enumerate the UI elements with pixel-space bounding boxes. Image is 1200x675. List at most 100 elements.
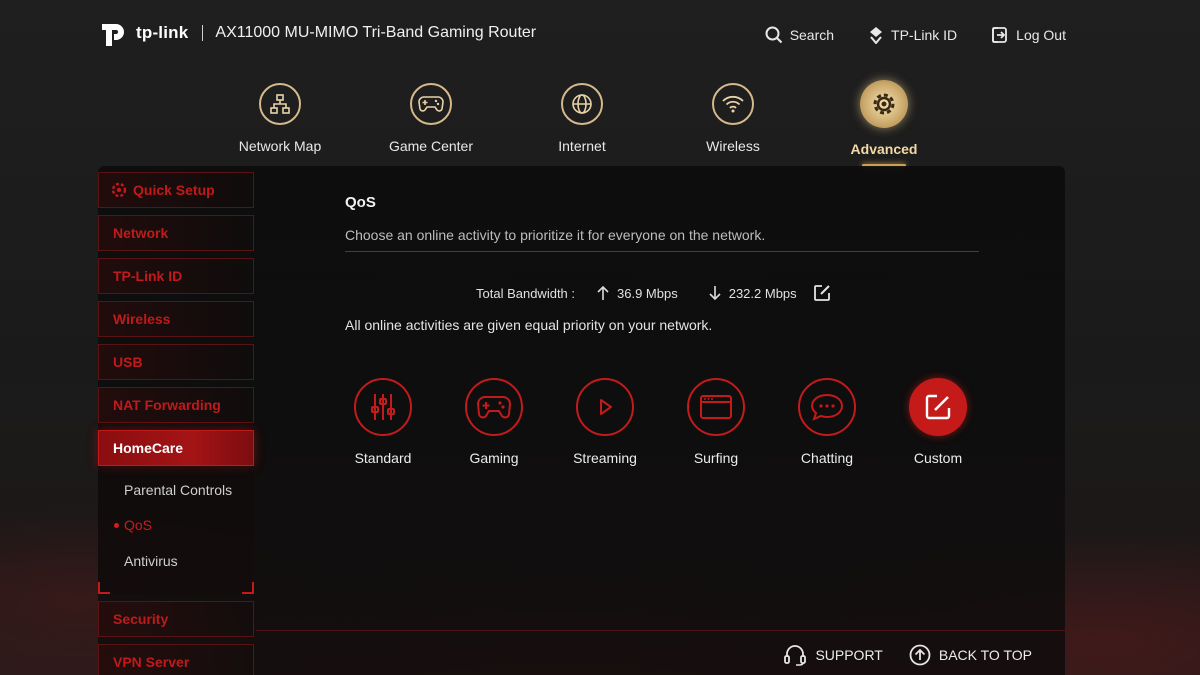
bandwidth-row: Total Bandwidth : 36.9 Mbps 232.2 Mbps (476, 284, 831, 302)
support-label: SUPPORT (815, 647, 883, 663)
nav-game-center-label: Game Center (388, 138, 474, 154)
tplink-id-icon (870, 27, 883, 44)
qos-content: QoS Choose an online activity to priorit… (345, 194, 979, 466)
sidebar-item-homecare[interactable]: HomeCare (98, 430, 254, 466)
footer: SUPPORT BACK TO TOP (783, 644, 1032, 666)
nav-advanced[interactable]: Advanced (814, 80, 954, 157)
mode-standard[interactable]: Standard (333, 378, 433, 466)
gear-icon (860, 80, 908, 128)
logout-label: Log Out (1016, 27, 1066, 43)
footer-divider (256, 630, 1065, 631)
sidebar-item-security[interactable]: Security (98, 601, 254, 637)
sidebar-item-label: Network (113, 225, 169, 241)
qos-mode-list: Standard Gaming Streaming Surfing Chatti… (353, 378, 973, 468)
sidebar-item-label: Quick Setup (133, 182, 215, 198)
chat-icon (798, 378, 856, 436)
back-to-top-link[interactable]: BACK TO TOP (909, 644, 1032, 666)
quick-setup-gear-icon (111, 182, 127, 198)
edit-icon (813, 285, 830, 301)
mode-streaming[interactable]: Streaming (555, 378, 655, 466)
product-name: AX11000 MU-MIMO Tri-Band Gaming Router (215, 24, 537, 41)
nav-advanced-label: Advanced (850, 141, 918, 157)
brand-name: tp-link (136, 23, 189, 42)
gamepad-icon (410, 83, 452, 125)
sidebar-item-usb[interactable]: USB (98, 344, 254, 380)
edit-bandwidth-button[interactable] (813, 284, 831, 302)
edit-icon (909, 378, 967, 436)
active-dot-icon (114, 523, 119, 528)
nav-internet-label: Internet (558, 138, 606, 154)
tplink-id-button[interactable]: TP-Link ID (868, 26, 957, 44)
mode-label: Chatting (800, 450, 854, 466)
logout-icon (992, 27, 1008, 43)
page-description: Choose an online activity to prioritize … (345, 227, 979, 252)
search-icon (765, 26, 782, 44)
download-value: 232.2 Mbps (728, 285, 797, 301)
sidebar-item-nat-forwarding[interactable]: NAT Forwarding (98, 387, 254, 423)
download-speed: 232.2 Mbps (709, 285, 797, 301)
sidebar-item-label: NAT Forwarding (113, 397, 221, 413)
nav-wireless-label: Wireless (706, 138, 760, 154)
submenu-item-qos[interactable]: QoS (124, 517, 152, 533)
brand-logo[interactable]: tp-link AX11000 MU-MIMO Tri-Band Gaming … (98, 16, 536, 50)
sidebar-item-label: Wireless (113, 311, 171, 327)
nav-network-map-label: Network Map (238, 138, 322, 154)
sliders-icon (354, 378, 412, 436)
mode-label: Gaming (469, 450, 519, 466)
mode-gaming[interactable]: Gaming (444, 378, 544, 466)
page-title: QoS (345, 194, 376, 211)
sidebar-item-label: VPN Server (113, 654, 190, 670)
headset-icon (784, 645, 807, 666)
upload-value: 36.9 Mbps (617, 285, 678, 301)
sidebar-item-network[interactable]: Network (98, 215, 254, 251)
play-icon (576, 378, 634, 436)
gamepad-icon (465, 378, 523, 436)
sidebar-item-label: TP-Link ID (113, 268, 183, 284)
nav-internet[interactable]: Internet (512, 80, 652, 154)
priority-note: All online activities are given equal pr… (345, 317, 713, 333)
wifi-icon (712, 83, 754, 125)
arrow-up-circle-icon (909, 644, 931, 666)
mode-label: Streaming (573, 450, 637, 466)
mode-custom[interactable]: Custom (888, 378, 988, 466)
bandwidth-label: Total Bandwidth : (476, 285, 576, 301)
submenu-item-parental-controls[interactable]: Parental Controls (124, 482, 232, 498)
upload-speed: 36.9 Mbps (597, 285, 678, 301)
support-link[interactable]: SUPPORT (783, 644, 883, 666)
top-bar: tp-link AX11000 MU-MIMO Tri-Band Gaming … (0, 0, 1200, 72)
header-divider (202, 25, 204, 41)
search-label: Search (789, 27, 835, 43)
mode-surfing[interactable]: Surfing (666, 378, 766, 466)
sidebar: Quick Setup Network TP-Link ID Wireless … (98, 172, 256, 675)
nav-wireless[interactable]: Wireless (663, 80, 803, 154)
header-actions: Search TP-Link ID Log Out (765, 26, 1066, 44)
nav-game-center[interactable]: Game Center (361, 80, 501, 154)
mode-label: Surfing (693, 450, 739, 466)
nav-network-map[interactable]: Network Map (210, 80, 350, 154)
sidebar-item-tplink-id[interactable]: TP-Link ID (98, 258, 254, 294)
mode-chatting[interactable]: Chatting (777, 378, 877, 466)
tplink-id-label: TP-Link ID (891, 27, 958, 43)
mode-label: Standard (354, 450, 412, 466)
sidebar-item-vpn-server[interactable]: VPN Server (98, 644, 254, 675)
sidebar-item-wireless[interactable]: Wireless (98, 301, 254, 337)
arrow-up-icon (597, 285, 609, 300)
main-nav: Network Map Game Center Internet Wireles… (0, 80, 1200, 170)
globe-icon (561, 83, 603, 125)
submenu-corner-right (242, 582, 254, 594)
arrow-down-icon (709, 286, 721, 301)
homecare-submenu: Parental Controls QoS Antivirus (98, 466, 254, 594)
browser-icon (687, 378, 745, 436)
submenu-item-antivirus[interactable]: Antivirus (124, 553, 178, 569)
sidebar-item-label: Security (113, 611, 169, 627)
back-to-top-label: BACK TO TOP (938, 647, 1032, 663)
mode-label: Custom (913, 450, 963, 466)
sidebar-item-quick-setup[interactable]: Quick Setup (98, 172, 254, 208)
sidebar-item-label: HomeCare (113, 440, 184, 456)
sidebar-item-label: USB (113, 354, 143, 370)
network-map-icon (259, 83, 301, 125)
tplink-logo-icon (102, 24, 124, 46)
submenu-corner-left (98, 582, 110, 594)
search-button[interactable]: Search (765, 26, 834, 44)
logout-button[interactable]: Log Out (991, 26, 1066, 44)
